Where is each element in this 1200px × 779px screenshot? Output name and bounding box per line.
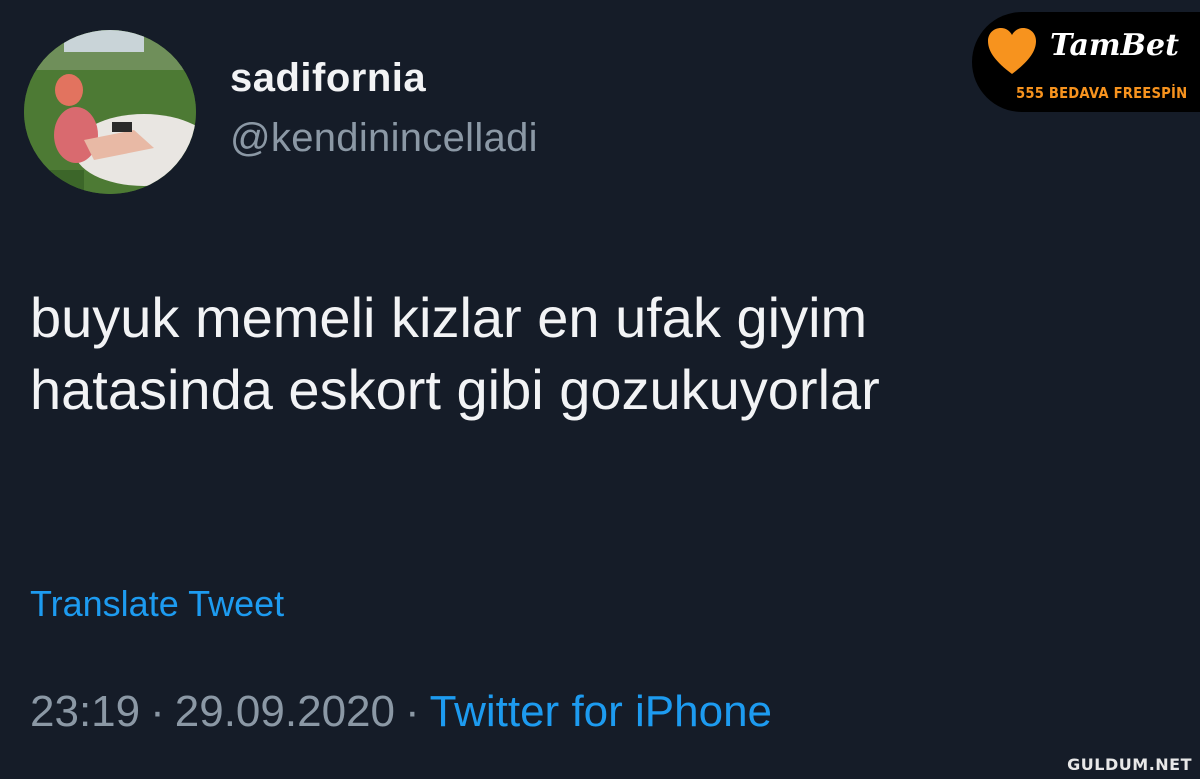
meta-separator: · xyxy=(404,687,420,736)
tweet-text: buyuk memeli kizlar en ufak giyim hatasi… xyxy=(30,286,880,421)
watermark: GULDUM.NET xyxy=(1067,755,1192,774)
promo-badge: TamBet 555 BEDAVA FREESPİN xyxy=(972,12,1200,112)
tweet-date[interactable]: 29.09.2020 xyxy=(175,687,395,736)
promo-text: 555 BEDAVA FREESPİN xyxy=(1016,84,1188,102)
display-name[interactable]: sadifornia xyxy=(230,54,426,102)
heart-icon xyxy=(988,28,1036,74)
avatar-photo xyxy=(24,30,196,194)
avatar[interactable] xyxy=(24,30,196,194)
translate-tweet-link[interactable]: Translate Tweet xyxy=(30,582,284,626)
promo-brand: TamBet xyxy=(1050,28,1179,63)
tweet-meta: 23:19 · 29.09.2020 · Twitter for iPhone xyxy=(30,686,772,738)
tweet-card: sadifornia @kendinincelladi buyuk memeli… xyxy=(0,0,1200,779)
meta-separator: · xyxy=(150,687,165,736)
tweet-time[interactable]: 23:19 xyxy=(30,687,140,736)
tweet-source-link[interactable]: Twitter for iPhone xyxy=(430,687,772,736)
user-handle[interactable]: @kendinincelladi xyxy=(230,114,538,162)
